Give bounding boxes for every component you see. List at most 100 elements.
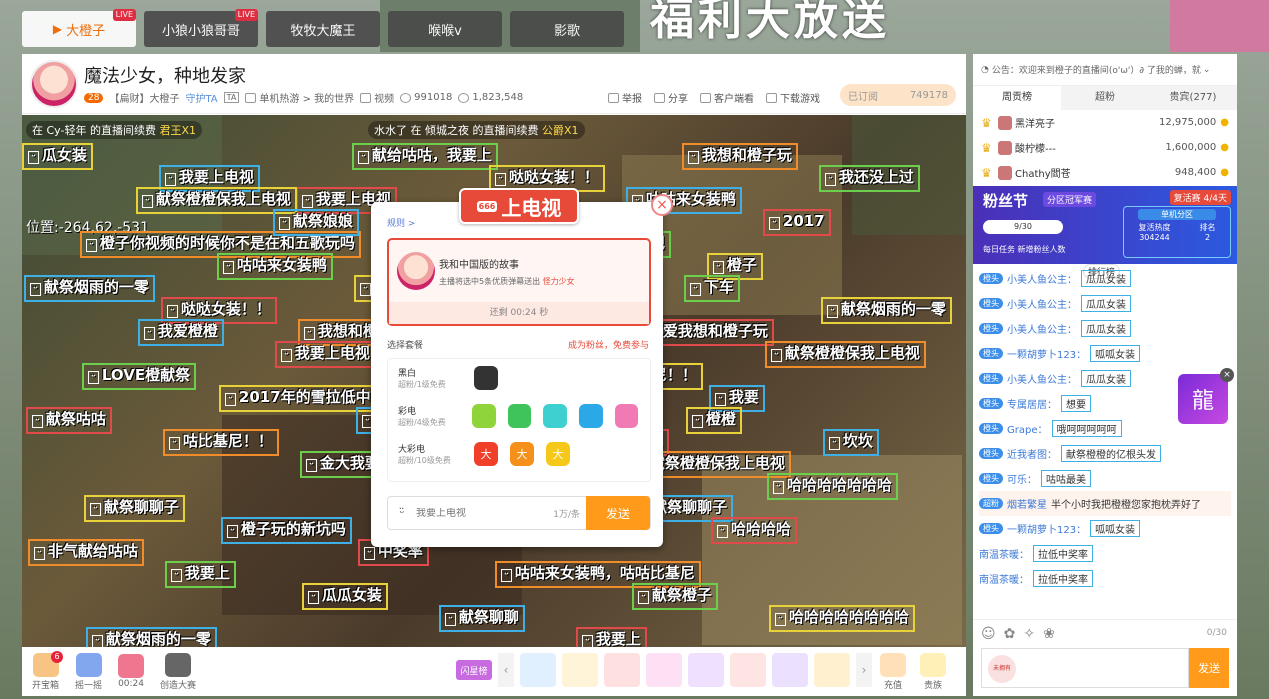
chat-user[interactable]: 烟若繁星 xyxy=(1007,496,1047,511)
package-note: 超粉/4级免费 xyxy=(398,418,446,427)
danmaku-item: ᵕ 2017 xyxy=(763,209,831,236)
tv-message-input[interactable] xyxy=(416,507,554,519)
face-icon: ᵕ xyxy=(775,613,786,626)
category-link[interactable]: 单机热游 > 我的世界 xyxy=(245,90,354,105)
rank-tab-1[interactable]: 超粉 xyxy=(1061,86,1149,110)
gift-item[interactable] xyxy=(520,653,556,687)
rank-row[interactable]: ♛ 黑洋亮子 12,975,000 ● xyxy=(981,110,1229,135)
video-link[interactable]: 视频 xyxy=(360,90,394,105)
emoji-icon[interactable]: ☺ xyxy=(981,626,996,642)
bottom-tool-3[interactable]: 创造大赛 xyxy=(160,652,196,691)
danmaku-item: ᵕ 献祭烟雨的一零 xyxy=(821,297,952,324)
video-player[interactable]: 在 Cy-轻年 的直播间续费 君王X1 水水了 在 倾城之夜 的直播间续费 公爵… xyxy=(22,115,966,647)
tv-send-button[interactable]: 发送 xyxy=(586,496,650,530)
chat-user[interactable]: 小美人鱼公主： xyxy=(1007,321,1077,336)
magic-icon[interactable]: ✧ xyxy=(1023,626,1035,642)
tv-style-option[interactable] xyxy=(543,404,567,428)
notice-bar[interactable]: ◔ 公告：欢迎来到橙子的直播间(o'ω'）∂ 了我的蝉，就 ⌄ xyxy=(973,54,1237,86)
rank-value: 12,975,000 xyxy=(1159,117,1217,128)
tv-style-option[interactable]: 大 xyxy=(546,442,570,466)
guard-link[interactable]: 守护TA xyxy=(185,90,217,105)
tv-style-option[interactable]: 大 xyxy=(474,442,498,466)
fan-festival-banner[interactable]: 粉丝节 分区冠军赛 复活赛 4/4天 9/30 每日任务 新增粉丝人数 单机分区… xyxy=(973,186,1237,264)
danmaku-text: 我爱橙橙 xyxy=(157,322,218,340)
chat-user[interactable]: 近我者图： xyxy=(1007,446,1057,461)
chat-user[interactable]: Grape： xyxy=(1007,421,1048,436)
fan-join-link[interactable]: 成为粉丝，免费参与 xyxy=(568,338,649,351)
rule-link[interactable]: 规则 > xyxy=(387,216,415,229)
streamer-name[interactable]: 【扁财】大橙子 xyxy=(109,90,179,105)
gift-item[interactable] xyxy=(814,653,850,687)
tv-style-option[interactable] xyxy=(474,366,498,390)
gift-item[interactable] xyxy=(688,653,724,687)
fan-badge: 橙头 xyxy=(979,298,1003,309)
heat-stat: 复活热度 304244 xyxy=(1139,222,1171,242)
recharge-button[interactable]: 充值 xyxy=(880,653,906,691)
gift-item[interactable] xyxy=(730,653,766,687)
chevron-left-icon[interactable]: ‹ xyxy=(498,653,514,687)
face-icon: ᵕ xyxy=(358,151,369,164)
tab-streamer-0[interactable]: ▶ 大橙子 LIVE xyxy=(22,9,136,47)
chevron-down-icon[interactable]: ⌄ xyxy=(1203,65,1211,75)
tab-streamer-4[interactable]: 影歌 xyxy=(510,11,624,47)
face-icon: ᵕ xyxy=(169,437,180,450)
gift-item[interactable] xyxy=(772,653,808,687)
gift-item[interactable] xyxy=(646,653,682,687)
chat-user[interactable]: 专属居居： xyxy=(1007,396,1057,411)
follow-button[interactable]: 已订阅 749178 xyxy=(840,84,956,106)
rank-tab-0[interactable]: 周贡榜 xyxy=(973,86,1061,110)
tv-style-option[interactable]: 大 xyxy=(510,442,534,466)
danmaku-item: ᵕ 我还没上过 xyxy=(819,165,920,192)
dragon-float-icon[interactable]: 龍 × xyxy=(1178,368,1234,424)
tv-style-option[interactable] xyxy=(579,404,603,428)
danmaku-text: 我要上电视 xyxy=(178,168,254,186)
danmaku-item: ᵕ献祭橙橙保我上电视 xyxy=(765,341,926,368)
rank-row[interactable]: ♛ Chathy閻苍 948,400 ● xyxy=(981,160,1229,185)
chat-text: 拉低中奖率 xyxy=(1033,545,1093,562)
video-label: 视频 xyxy=(374,94,395,105)
danmaku-item: ᵕ LOVE橙献祭 xyxy=(82,363,197,390)
chat-send-button[interactable]: 发送 xyxy=(1189,648,1229,688)
rank-tab-2[interactable]: 贵宾(277) xyxy=(1149,86,1237,110)
close-icon[interactable]: × xyxy=(1220,368,1234,382)
chevron-right-icon[interactable]: › xyxy=(856,653,872,687)
chat-user[interactable]: 南温茶暖： xyxy=(979,571,1029,586)
chat-input[interactable]: 未拥有 xyxy=(981,648,1189,688)
chat-user[interactable]: 小美人鱼公主： xyxy=(1007,296,1077,311)
rank-row[interactable]: ♛ 酸柠檬--- 1,600,000 ● xyxy=(981,135,1229,160)
emoji-icon[interactable]: ᵕ̈ xyxy=(388,506,416,520)
char-count: 0/30 xyxy=(1206,628,1227,638)
bottom-tool-2[interactable]: 00:24 xyxy=(118,654,145,689)
client-button[interactable]: 客户端看 xyxy=(700,90,754,105)
download-button[interactable]: 下载游戏 xyxy=(766,90,820,105)
face-icon: ᵕ xyxy=(364,547,375,560)
chat-message: 南温茶暖： 拉低中奖率 xyxy=(979,566,1231,591)
share-button[interactable]: 分享 xyxy=(654,90,688,105)
close-icon[interactable]: × xyxy=(651,194,673,216)
gift-icon[interactable]: ❀ xyxy=(1043,626,1055,642)
tv-style-option[interactable] xyxy=(507,404,532,428)
chat-user[interactable]: 小美人鱼公主： xyxy=(1007,371,1077,386)
fan-round: 复活赛 4/4天 xyxy=(1169,190,1231,205)
chat-user[interactable]: 可乐： xyxy=(1007,471,1037,486)
chat-user[interactable]: 小美人鱼公主： xyxy=(1007,271,1077,286)
tv-style-option[interactable] xyxy=(614,404,639,428)
gift-item[interactable] xyxy=(562,653,598,687)
banner-highlight: 君王X1 xyxy=(159,124,197,137)
tab-streamer-2[interactable]: 牧牧大魔王 xyxy=(266,11,380,47)
bottom-tool-1[interactable]: 摇一摇 xyxy=(75,652,102,691)
sticker-icon[interactable]: ✿ xyxy=(1004,626,1016,642)
noble-button[interactable]: 贵族 xyxy=(920,653,946,691)
report-button[interactable]: 举报 xyxy=(608,90,642,105)
bottom-tool-0[interactable]: 开宝箱 6 xyxy=(32,650,64,691)
chat-user[interactable]: 南温茶暖： xyxy=(979,546,1029,561)
chat-user[interactable]: 一颗胡萝卜123： xyxy=(1007,521,1086,536)
tab-streamer-1[interactable]: 小狼小狼哥哥 LIVE xyxy=(144,9,258,47)
danmaku-item: ᵕ 咕比基尼！！ xyxy=(163,429,279,456)
streamer-avatar[interactable] xyxy=(30,60,78,108)
gift-item[interactable] xyxy=(604,653,640,687)
tab-streamer-3[interactable]: 喉喉v xyxy=(388,11,502,47)
tv-style-option[interactable] xyxy=(472,404,496,428)
star-rank-button[interactable]: 闪星榜 xyxy=(456,660,492,680)
chat-user[interactable]: 一颗胡萝卜123： xyxy=(1007,346,1086,361)
